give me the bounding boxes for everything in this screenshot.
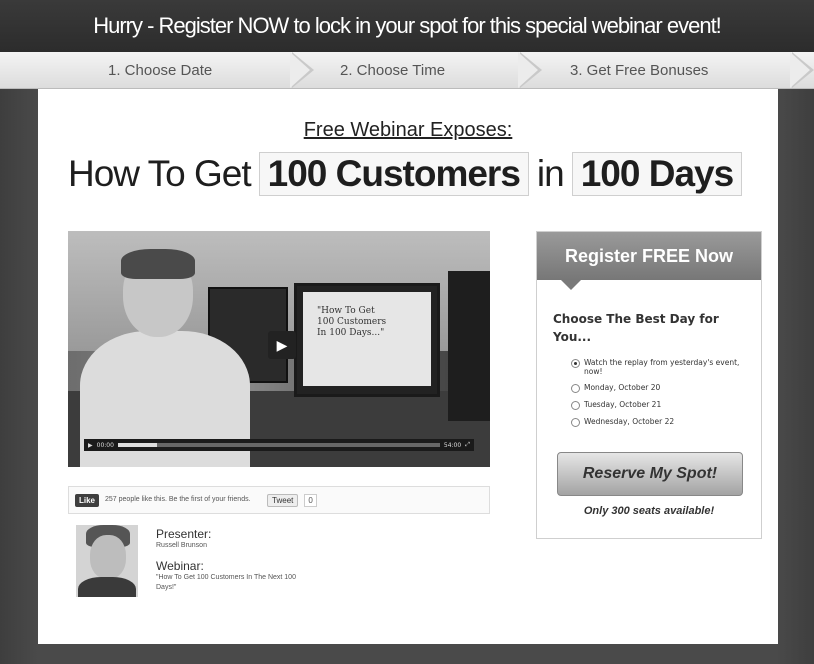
radio-button[interactable]	[571, 401, 580, 410]
step-label: 1. Choose Date	[108, 61, 213, 79]
presenter-info: Presenter: Russell Brunson Webinar: "How…	[156, 527, 306, 593]
video-controls[interactable]: ▶ 00:00 54:00 ⤢	[84, 439, 474, 451]
step-choose-date[interactable]: 1. Choose Date	[108, 52, 212, 88]
headline-highlight-days: 100 Days	[571, 152, 743, 196]
monitor-screen: "How To Get 100 Customers In 100 Days...…	[303, 292, 431, 386]
day-question: Choose The Best Day for You...	[553, 312, 719, 344]
step-label: 2. Choose Time	[340, 61, 446, 79]
headline-highlight-customers: 100 Customers	[258, 152, 529, 196]
register-heading: Register FREE Now	[537, 232, 761, 280]
seek-bar-progress	[117, 443, 157, 447]
seats-available-text: Only 300 seats available!	[583, 505, 715, 517]
radio-button[interactable]	[571, 359, 580, 368]
webinar-title: "How To Get 100 Customers In The Next 10…	[156, 574, 296, 591]
presenter-photo	[76, 525, 138, 597]
presenter-name: Russell Brunson	[156, 542, 207, 549]
fullscreen-icon[interactable]: ⤢	[465, 441, 470, 449]
subheading: Free Webinar Exposes:	[303, 119, 513, 141]
facebook-like-button[interactable]: Like	[75, 493, 100, 507]
reserve-spot-button[interactable]: Reserve My Spot!	[557, 452, 743, 496]
webinar-label: Webinar:	[156, 559, 204, 573]
radio-button[interactable]	[571, 418, 580, 427]
option-label: Tuesday, October 21	[584, 400, 662, 409]
day-option-tuesday[interactable]: Tuesday, October 21	[571, 400, 751, 410]
play-button[interactable]: ▶	[268, 331, 296, 359]
photo-face	[90, 535, 126, 579]
like-count-text: 257 people like this. Be the first of yo…	[105, 496, 251, 503]
video-monitor: "How To Get 100 Customers In 100 Days...…	[294, 283, 440, 397]
page: Hurry - Register NOW to lock in your spo…	[0, 0, 814, 664]
headline-mid: in	[536, 153, 565, 194]
play-icon: ▶	[276, 336, 288, 353]
video-player[interactable]: "How To Get 100 Customers In 100 Days...…	[68, 231, 490, 467]
headline-prefix: How To Get	[68, 153, 252, 194]
day-option-monday[interactable]: Monday, October 20	[571, 383, 751, 393]
chevron-divider-icon	[518, 52, 538, 88]
tweet-button[interactable]: Tweet	[267, 493, 299, 507]
radio-button[interactable]	[571, 384, 580, 393]
option-label: Wednesday, October 22	[584, 417, 675, 426]
option-label: Monday, October 20	[584, 383, 661, 392]
top-banner: Hurry - Register NOW to lock in your spo…	[0, 0, 814, 52]
day-option-wednesday[interactable]: Wednesday, October 22	[571, 417, 751, 427]
content-panel: Free Webinar Exposes: How To Get 100 Cus…	[38, 89, 778, 644]
step-choose-time[interactable]: 2. Choose Time	[340, 52, 445, 88]
photo-body	[78, 577, 136, 597]
video-monitor-right	[448, 271, 490, 421]
option-label: Watch the replay from yesterday's event,…	[584, 358, 740, 376]
monitor-slide-text: "How To Get 100 Customers In 100 Days...…	[317, 306, 387, 338]
play-icon[interactable]: ▶	[88, 442, 93, 449]
presenter-label: Presenter:	[156, 527, 212, 541]
step-bar: 1. Choose Date 2. Choose Time 3. Get Fre…	[0, 52, 814, 89]
time-total: 54:00	[443, 441, 462, 449]
chevron-divider-icon	[790, 52, 810, 88]
registration-box: Register FREE Now Choose The Best Day fo…	[536, 231, 762, 539]
presenter-hair	[121, 249, 195, 279]
heading-pointer	[561, 280, 581, 290]
seek-bar[interactable]	[117, 443, 440, 447]
tweet-count: 0	[304, 493, 317, 507]
step-label: 3. Get Free Bonuses	[570, 61, 709, 79]
banner-text: Hurry - Register NOW to lock in your spo…	[93, 13, 722, 38]
day-option-replay[interactable]: Watch the replay from yesterday's event,…	[571, 358, 751, 376]
social-share-bar: Like 257 people like this. Be the first …	[68, 486, 490, 514]
headline: How To Get 100 Customers in 100 Days	[68, 149, 743, 199]
step-get-free-bonuses[interactable]: 3. Get Free Bonuses	[570, 52, 708, 88]
day-options: Watch the replay from yesterday's event,…	[571, 358, 751, 434]
chevron-divider-icon	[290, 52, 310, 88]
time-current: 00:00	[96, 441, 114, 449]
